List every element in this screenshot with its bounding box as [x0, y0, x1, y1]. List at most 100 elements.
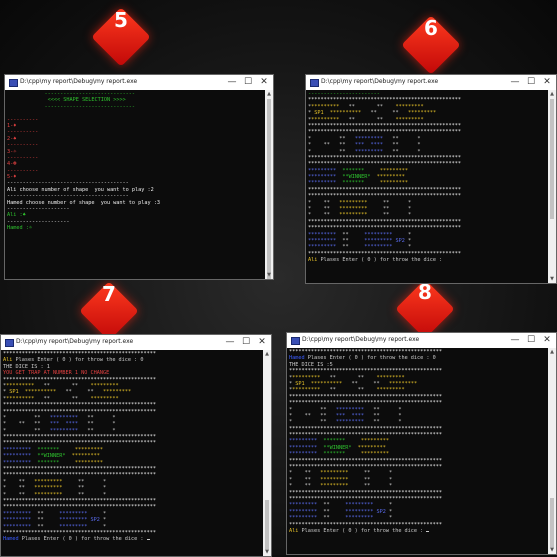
start-point-1: SP1	[9, 389, 19, 396]
board-border: ****************************************…	[308, 129, 462, 136]
minimize-button[interactable]: —	[223, 336, 237, 349]
console-window-8: D:\cpp\my report\Debug\my report.exe — ☐…	[286, 332, 557, 555]
board-border: ****************************************…	[289, 464, 443, 471]
title-bar[interactable]: D:\cpp\my report\Debug\my report.exe — ☐…	[306, 75, 556, 90]
board-border: ****************************************…	[289, 425, 443, 432]
vertical-scrollbar[interactable]: ▲ ▼	[263, 350, 271, 556]
scroll-up-arrow-icon[interactable]: ▲	[549, 349, 555, 355]
console-window-6: D:\cpp\my report\Debug\my report.exe — ☐…	[305, 74, 557, 284]
console-app-icon	[9, 79, 18, 87]
step-badge-7: 7	[79, 281, 139, 341]
board-border: ****************************************…	[3, 466, 157, 473]
start-point-1: SP1	[295, 380, 305, 387]
board-border: ****************************************…	[308, 193, 462, 200]
board-border: ****************************************…	[3, 529, 157, 536]
console-window-7: D:\cpp\my report\Debug\my report.exe — ☐…	[0, 334, 272, 557]
dice-prompt[interactable]: Plases Enter ( 0 ) for throw the dice :	[19, 536, 144, 542]
step-badge-6: 6	[401, 15, 461, 75]
winner-cell: WINNER	[43, 453, 63, 460]
trap-message: YOU GET TRAP AT NUMBER 1 NO CHANGE	[3, 370, 110, 377]
console-output: ----------------------------- <<<< SHAPE…	[7, 91, 161, 232]
console-app-icon	[291, 337, 300, 345]
winner-cell: WINNER	[329, 444, 349, 451]
window-title: D:\cpp\my report\Debug\my report.exe	[16, 338, 134, 345]
board-border: ****************************************…	[289, 521, 443, 528]
board-border: ****************************************…	[308, 225, 462, 232]
maximize-button[interactable]: ☐	[524, 76, 538, 89]
scroll-thumb[interactable]	[267, 99, 271, 279]
board-border: ****************************************…	[289, 400, 443, 407]
board-border: ****************************************…	[289, 489, 443, 496]
minimize-button[interactable]: —	[225, 76, 239, 89]
window-title: D:\cpp\my report\Debug\my report.exe	[302, 336, 420, 343]
player-name: Ali	[289, 527, 299, 534]
board-border: ****************************************…	[289, 349, 443, 355]
dice-result: THE DICE IS :5	[289, 361, 333, 368]
player-name: Ali	[3, 357, 13, 364]
dice-prompt[interactable]: Plases Enter ( 0 ) for throw the dice :	[298, 528, 423, 534]
vertical-scrollbar[interactable]: ▲ ▼	[548, 348, 556, 554]
board-border: ****************************************…	[3, 497, 157, 504]
scroll-up-arrow-icon[interactable]: ▲	[549, 91, 555, 97]
close-button[interactable]: ✕	[255, 336, 269, 349]
player-name: Hamed	[3, 536, 19, 543]
game-board: ****************************************…	[3, 351, 157, 543]
board-border: ****************************************…	[308, 218, 462, 225]
title-bar[interactable]: D:\cpp\my report\Debug\my report.exe — ☐…	[1, 335, 271, 350]
scroll-thumb[interactable]	[550, 498, 554, 548]
scroll-down-arrow-icon[interactable]: ▼	[264, 549, 270, 555]
scroll-down-arrow-icon[interactable]: ▼	[266, 272, 272, 278]
scroll-thumb[interactable]	[550, 99, 554, 219]
dice-input-line: Plases Enter ( 0 ) for throw the dice : …	[12, 357, 144, 364]
board-border: ****************************************…	[3, 376, 157, 383]
close-button[interactable]: ✕	[257, 76, 271, 89]
board-border: ****************************************…	[289, 457, 443, 464]
step-badge-5: 5	[91, 7, 151, 67]
start-point-2: SP2	[90, 517, 100, 524]
maximize-button[interactable]: ☐	[524, 334, 538, 347]
board-border: ****************************************…	[308, 186, 462, 193]
scroll-thumb[interactable]	[265, 500, 269, 550]
dice-result: THE DICE IS : 1	[3, 363, 50, 370]
minimize-button[interactable]: —	[508, 334, 522, 347]
minimize-button[interactable]: —	[508, 76, 522, 89]
board-border: ****************************************…	[308, 250, 462, 257]
scroll-up-arrow-icon[interactable]: ▲	[266, 91, 272, 97]
board-border: ****************************************…	[289, 495, 443, 502]
window-title: D:\cpp\my report\Debug\my report.exe	[20, 78, 138, 85]
close-button[interactable]: ✕	[540, 334, 554, 347]
maximize-button[interactable]: ☐	[241, 76, 255, 89]
maximize-button[interactable]: ☐	[239, 336, 253, 349]
winner-cell: WINNER	[348, 174, 368, 181]
vertical-scrollbar[interactable]: ▲ ▼	[548, 90, 556, 283]
console-app-icon	[5, 339, 14, 347]
start-point-1: SP1	[314, 110, 324, 117]
game-board: ****************************************…	[289, 349, 443, 534]
board-border: ****************************************…	[3, 440, 157, 447]
player-name: Ali	[308, 257, 318, 264]
scroll-up-arrow-icon[interactable]: ▲	[264, 351, 270, 357]
console-app-icon	[310, 79, 319, 87]
title-bar[interactable]: D:\cpp\my report\Debug\my report.exe — ☐…	[5, 75, 273, 90]
board-border: ****************************************…	[308, 154, 462, 161]
board-border: ****************************************…	[308, 97, 462, 104]
board-border: ****************************************…	[308, 161, 462, 168]
player-name: Hamed	[289, 355, 305, 362]
scroll-down-arrow-icon[interactable]: ▼	[549, 276, 555, 282]
console-window-5: D:\cpp\my report\Debug\my report.exe — ☐…	[4, 74, 274, 280]
dice-input-line: Plases Enter ( 0 ) for throw the dice : …	[304, 355, 436, 362]
board-border: ****************************************…	[289, 432, 443, 439]
dice-prompt: Plases Enter ( 0 ) for throw the dice :	[317, 257, 443, 264]
step-badge-8: 8	[395, 279, 455, 339]
vertical-scrollbar[interactable]: ▲ ▼	[265, 90, 273, 279]
board-border: ****************************************…	[3, 434, 157, 441]
title-bar[interactable]: D:\cpp\my report\Debug\my report.exe — ☐…	[287, 333, 556, 348]
board-border: ****************************************…	[3, 351, 157, 357]
board-border: ****************************************…	[3, 472, 157, 479]
window-title: D:\cpp\my report\Debug\my report.exe	[321, 78, 439, 85]
scroll-down-arrow-icon[interactable]: ▼	[549, 547, 555, 553]
start-point-2: SP2	[395, 237, 405, 244]
start-point-2: SP2	[376, 508, 386, 515]
board-border: ****************************************…	[3, 402, 157, 409]
close-button[interactable]: ✕	[540, 76, 554, 89]
